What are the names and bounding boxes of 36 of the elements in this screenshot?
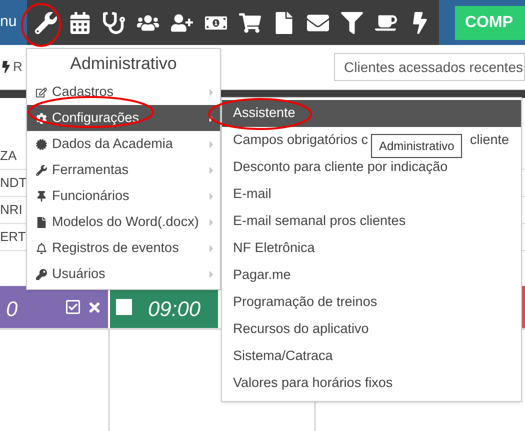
menu-button[interactable]: nu	[0, 0, 27, 45]
search-field[interactable]: Clientes acessados recentes.	[334, 53, 525, 81]
calendar-icon[interactable]	[68, 12, 91, 34]
submenu-item[interactable]: Recursos do aplicativo	[222, 316, 521, 343]
submenu-item[interactable]: Pagar.me	[222, 262, 521, 289]
filter-icon[interactable]	[340, 12, 363, 34]
submenu-item[interactable]: Valores para horários fixos	[222, 370, 521, 397]
menu-item[interactable]: Cadastros	[27, 79, 220, 105]
annotation-circle	[20, 2, 62, 48]
menu-item[interactable]: Configurações	[27, 105, 220, 131]
checkbox[interactable]	[116, 299, 132, 315]
badge-icon	[36, 138, 47, 150]
key-icon	[36, 268, 47, 280]
bell-icon	[36, 242, 47, 254]
time-label: 0	[6, 297, 18, 324]
submenu-item[interactable]: Programação de treinos	[222, 289, 521, 316]
file-icon	[36, 216, 47, 228]
tooltip: Administrativo	[371, 134, 462, 158]
close-icon[interactable]	[87, 300, 102, 314]
cart-icon[interactable]	[238, 12, 261, 34]
stethoscope-icon[interactable]	[102, 12, 125, 34]
schedule-block[interactable]: 0	[0, 286, 108, 328]
submenu-item[interactable]: Assistente	[222, 100, 521, 127]
time-label: 09:00	[148, 297, 201, 324]
menu-item[interactable]: Usuários	[27, 261, 220, 287]
pin-icon	[36, 190, 47, 202]
shortcut-label: R	[13, 58, 22, 76]
edit-icon	[36, 86, 47, 98]
wrench-icon	[36, 164, 47, 176]
bolt-icon	[0, 61, 12, 73]
check-icon[interactable]	[65, 299, 81, 315]
menu-title: Administrativo	[69, 53, 178, 75]
gear-icon	[36, 112, 47, 124]
submenu-item[interactable]: Sistema/Catraca	[222, 343, 521, 370]
user-plus-icon[interactable]	[170, 12, 193, 34]
wrench-icon[interactable]	[34, 12, 57, 34]
